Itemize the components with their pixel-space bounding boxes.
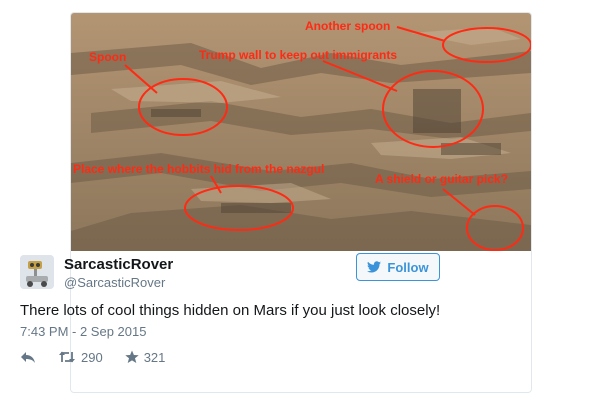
annotation-label-hobbits: Place where the hobbits hid from the naz… [73, 162, 324, 176]
twitter-bird-icon [367, 261, 382, 273]
star-icon [125, 350, 139, 363]
reply-icon [21, 352, 35, 363]
tweet-actions: 290 321 [20, 348, 187, 366]
tweet-text: There lots of cool things hidden on Mars… [20, 302, 441, 319]
annotation-label-trump-wall: Trump wall to keep out immigrants [199, 48, 397, 62]
annotation-label-another-spoon: Another spoon [305, 19, 390, 33]
author-name[interactable]: SarcasticRover [64, 256, 173, 273]
retweet-icon [59, 351, 75, 363]
mars-rock-photo: Another spoon Spoon Trump wall to keep o… [71, 13, 531, 251]
rover-avatar-icon [20, 255, 54, 289]
author-handle[interactable]: @SarcasticRover [64, 275, 165, 290]
like-count: 321 [143, 349, 166, 365]
like-button[interactable]: 321 [125, 349, 166, 365]
follow-label: Follow [387, 259, 429, 275]
tweet-photo[interactable]: Another spoon Spoon Trump wall to keep o… [71, 13, 531, 251]
annotation-label-shield: A shield or guitar pick? [375, 172, 508, 186]
annotation-label-spoon: Spoon [89, 50, 126, 64]
retweet-button[interactable]: 290 [58, 350, 103, 365]
retweet-count: 290 [81, 349, 103, 365]
tweet-timestamp[interactable]: 7:43 PM - 2 Sep 2015 [20, 324, 146, 339]
avatar[interactable] [20, 255, 54, 289]
follow-button[interactable]: Follow [356, 253, 440, 281]
reply-button[interactable] [20, 350, 36, 364]
